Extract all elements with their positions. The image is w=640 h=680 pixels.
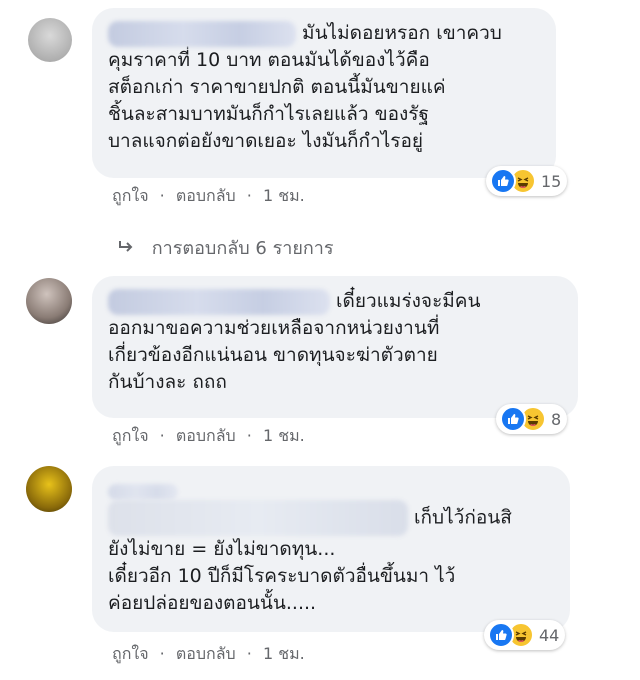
commenter-name-blurred-top[interactable]: [108, 483, 178, 500]
reaction-summary[interactable]: 8: [496, 404, 568, 434]
commenter-name-blurred-row: [108, 478, 554, 500]
reaction-count: 8: [551, 409, 562, 429]
comment-text-line: ออกมาขอความช่วยเหลือจากหน่วยงานที่: [108, 317, 440, 339]
separator: ·: [246, 426, 252, 445]
comment-text-line: บาลแจกต่อยังขาดเยอะ ไงมันก็กำไรอยู่: [108, 130, 424, 152]
reply-link[interactable]: ตอบกลับ: [176, 184, 236, 209]
comment-text-line: กันบ้างละ ถถถ: [108, 371, 227, 393]
comment-text-line: เดี๋ยวอีก 10 ปีก็มีโรคระบาดตัวอื่นขึ้นมา…: [108, 565, 456, 587]
comment-text-line: ชิ้นละสามบาทมันก็กำไรเลยแล้ว ของรัฐ: [108, 103, 429, 125]
commenter-avatar[interactable]: [28, 18, 72, 62]
separator: ·: [159, 426, 165, 445]
commenter-name-blurred[interactable]: [108, 20, 296, 47]
view-replies-label: การตอบกลับ 6 รายการ: [151, 238, 334, 259]
like-reaction-icon: [500, 406, 526, 432]
reaction-summary[interactable]: 44: [484, 620, 566, 650]
comment-actions: ถูกใจ · ตอบกลับ · 1 ชม.: [112, 424, 305, 449]
comment-bubble: มันไม่ดอยหรอก เขาควบ คุมราคาที่ 10 บาท ต…: [92, 8, 556, 178]
comment-bubble: เดี๋ยวแมร่งจะมีคน ออกมาขอความช่วยเหลือจา…: [92, 276, 578, 418]
view-replies-link[interactable]: การตอบกลับ 6 รายการ: [118, 233, 334, 262]
reply-link[interactable]: ตอบกลับ: [176, 424, 236, 449]
comment-timestamp[interactable]: 1 ชม.: [263, 642, 305, 667]
comment-bubble: เก็บไว้ก่อนสิ ยังไม่ขาย = ยังไม่ขาดทุน..…: [92, 466, 570, 632]
like-link[interactable]: ถูกใจ: [112, 184, 149, 209]
comment-text-line: เก็บไว้ก่อนสิ: [414, 506, 512, 529]
comment-text-line: คุมราคาที่ 10 บาท ตอนมันได้ของไว้คือ: [108, 49, 430, 71]
like-reaction-icon: [488, 622, 514, 648]
separator: ·: [246, 644, 252, 663]
separator: ·: [159, 186, 165, 205]
commenter-name-blurred[interactable]: [108, 288, 330, 315]
reaction-count: 15: [541, 171, 562, 191]
comment-text-line: เดี๋ยวแมร่งจะมีคน: [336, 290, 481, 312]
commenter-avatar[interactable]: [26, 278, 72, 324]
reaction-count: 44: [539, 625, 560, 645]
comment-text-line: ค่อยปล่อยของตอนนั้น.....: [108, 592, 317, 614]
commenter-name-blurred[interactable]: [108, 500, 408, 536]
comment-actions: ถูกใจ · ตอบกลับ · 1 ชม.: [112, 642, 305, 667]
comment-text-line: ยังไม่ขาย = ยังไม่ขาดทุน...: [108, 538, 336, 560]
comment-timestamp[interactable]: 1 ชม.: [263, 424, 305, 449]
commenter-avatar[interactable]: [26, 466, 72, 512]
like-link[interactable]: ถูกใจ: [112, 642, 149, 667]
comment-text-line: สต็อกเก่า ราคาขายปกติ ตอนนี้มันขายแค่: [108, 76, 446, 98]
like-link[interactable]: ถูกใจ: [112, 424, 149, 449]
reply-arrow-icon: [118, 238, 134, 259]
like-reaction-icon: [490, 168, 516, 194]
comment-actions: ถูกใจ · ตอบกลับ · 1 ชม.: [112, 184, 305, 209]
reply-link[interactable]: ตอบกลับ: [176, 642, 236, 667]
comment-text-line: มันไม่ดอยหรอก เขาควบ: [302, 22, 502, 44]
separator: ·: [246, 186, 252, 205]
comment-timestamp[interactable]: 1 ชม.: [263, 184, 305, 209]
separator: ·: [159, 644, 165, 663]
reaction-summary[interactable]: 15: [486, 166, 568, 196]
comment-text-line: เกี่ยวข้องอีกแน่นอน ขาดทุนจะฆ่าตัวตาย: [108, 344, 438, 366]
